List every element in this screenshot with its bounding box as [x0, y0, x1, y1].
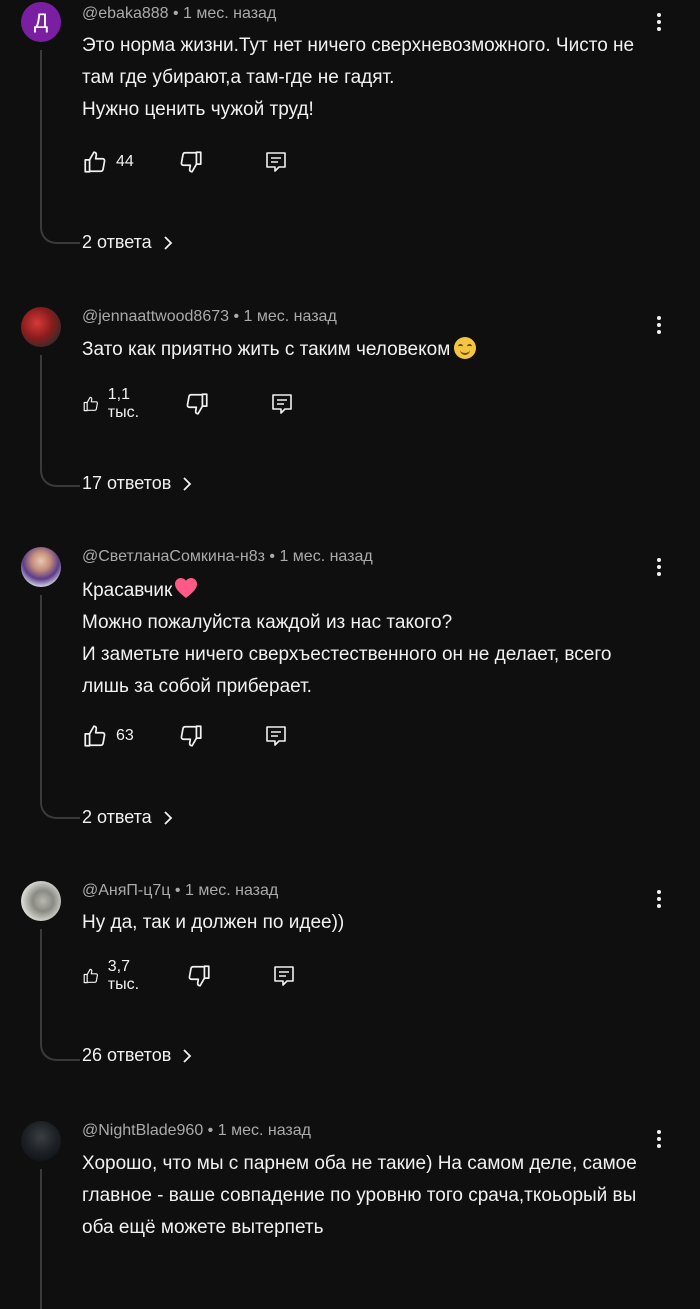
reply-icon	[266, 152, 286, 172]
chevron-right-icon	[164, 810, 172, 825]
author-handle[interactable]: @СветланаСомкина-н8з	[82, 548, 265, 565]
thumb-down-icon	[180, 725, 202, 747]
author-handle[interactable]: @ebaka888	[82, 5, 169, 22]
comment-meta: @СветланаСомкина-н8з • 1 мес. назад	[82, 548, 373, 565]
pink-heart-emoji-icon	[175, 578, 198, 598]
dislike-button[interactable]	[184, 389, 210, 419]
smiling-face-emoji-icon	[454, 337, 477, 359]
comment-text: Это норма жизни.Тут нет ничего сверхнево…	[82, 35, 635, 120]
comment-text: Красавчик Можно пожалуйста каждой из нас…	[82, 575, 662, 703]
avatar[interactable]: Д	[21, 2, 61, 42]
dislike-button[interactable]	[186, 961, 212, 991]
timestamp: 1 мес. назад	[243, 308, 337, 325]
avatar[interactable]	[21, 307, 61, 347]
reply-button[interactable]	[272, 961, 296, 991]
dislike-button[interactable]	[178, 721, 204, 751]
thumb-down-icon	[180, 151, 202, 173]
thumb-up-icon	[84, 151, 106, 173]
like-button[interactable]: 1,1 тыс.	[82, 386, 147, 421]
timestamp: 1 мес. назад	[279, 548, 373, 565]
like-count: 1,1 тыс.	[107, 386, 140, 421]
comment-meta: @АняП-ц7ц • 1 мес. назад	[82, 882, 279, 899]
like-count: 63	[116, 727, 134, 744]
replies-toggle[interactable]: 17 ответов	[82, 473, 193, 494]
reply-button[interactable]	[264, 147, 288, 177]
comment-meta: @ebaka888 • 1 мес. назад	[82, 5, 277, 22]
chevron-right-icon	[183, 1048, 192, 1063]
thumb-up-icon	[83, 968, 98, 984]
avatar[interactable]	[21, 547, 61, 587]
thread-line	[40, 595, 80, 819]
replies-toggle[interactable]: 2 ответа	[82, 232, 174, 253]
like-count: 44	[116, 153, 134, 170]
timestamp: 1 мес. назад	[184, 882, 279, 899]
reply-icon	[266, 726, 286, 746]
reply-button[interactable]	[264, 721, 288, 751]
like-button[interactable]: 3,7 тыс.	[82, 958, 147, 993]
comment-meta: @jennaattwood8673 • 1 мес. назад	[82, 308, 337, 325]
reply-icon	[272, 394, 292, 414]
reply-button[interactable]	[270, 389, 294, 419]
timestamp: 1 мес. назад	[183, 5, 277, 22]
replies-toggle[interactable]: 2 ответа	[82, 807, 174, 828]
comment-text: Зато как приятно жить с таким человеком	[82, 334, 662, 366]
author-handle[interactable]: @NightBlade960	[82, 1122, 203, 1139]
author-handle[interactable]: @АняП-ц7ц	[82, 882, 170, 899]
thumb-down-icon	[188, 965, 210, 987]
thread-line	[40, 1169, 80, 1309]
thread-line	[40, 355, 80, 487]
thumb-down-icon	[186, 393, 208, 415]
thread-line	[40, 929, 80, 1061]
chevron-right-icon	[164, 235, 172, 250]
comment-text: Ну да, так и должен по идее))	[82, 912, 345, 933]
comment-meta: @NightBlade960 • 1 мес. назад	[82, 1122, 311, 1139]
timestamp: 1 мес. назад	[217, 1122, 311, 1139]
replies-toggle[interactable]: 26 ответов	[82, 1045, 193, 1066]
avatar[interactable]	[21, 881, 61, 921]
like-count: 3,7 тыс.	[107, 958, 140, 993]
author-handle[interactable]: @jennaattwood8673	[82, 308, 229, 325]
like-button[interactable]: 44	[82, 147, 134, 177]
thread-line	[40, 50, 80, 244]
chevron-right-icon	[183, 476, 192, 491]
thumb-up-icon	[84, 725, 106, 747]
like-button[interactable]: 63	[82, 721, 134, 751]
dislike-button[interactable]	[178, 147, 204, 177]
avatar[interactable]	[21, 1121, 61, 1161]
thumb-up-icon	[83, 396, 98, 412]
comment-text: Хорошо, что мы с парнем оба не такие) На…	[82, 1153, 637, 1238]
reply-icon	[274, 966, 294, 986]
